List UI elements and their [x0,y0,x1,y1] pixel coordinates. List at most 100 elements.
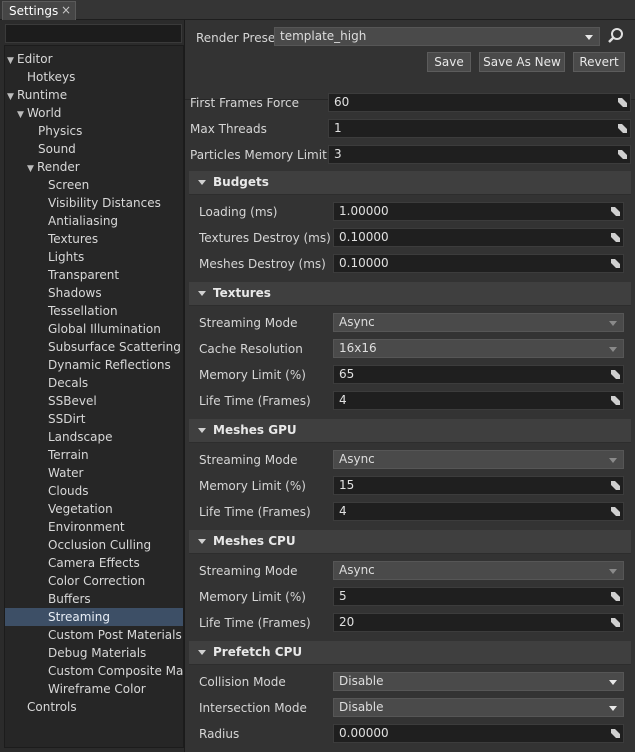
particles-memory-limit-field[interactable]: 3 [328,145,631,164]
tab-bar: Settings × [0,0,635,20]
first-frames-force-label: First Frames Force [190,96,299,110]
expand-arrow-icon[interactable]: ▼ [7,52,17,68]
collision-mode-select[interactable]: Disable [333,672,624,691]
close-icon[interactable]: × [61,3,71,17]
section-header-meshes-gpu[interactable]: Meshes GPU [189,419,631,443]
meshes-cpu-life-time-field[interactable]: 20 [333,613,624,632]
search-icon[interactable] [607,27,625,45]
settings-tree[interactable]: ▼ Editor Hotkeys ▼ Runtime ▼ World Physics … [4,45,184,748]
radius-field[interactable]: 0.00000 [333,724,624,743]
tree-item-buffers[interactable]: Buffers [5,590,183,608]
tree-search-input[interactable] [5,24,182,43]
save-as-new-button[interactable]: Save As New [479,52,565,72]
save-button[interactable]: Save [427,52,471,72]
meshes-cpu-memory-limit-label: Memory Limit (%) [199,590,306,604]
resize-grip-icon [611,396,620,405]
settings-content-panel: Render Preset: template_high Save Save A… [185,20,635,752]
tree-item-vegetation[interactable]: Vegetation [5,500,183,518]
chevron-down-icon [609,347,617,352]
tree-item-transparent[interactable]: Transparent [5,266,183,284]
tree-item-sound[interactable]: Sound [5,140,183,158]
tree-item-decals[interactable]: Decals [5,374,183,392]
resize-grip-icon [611,592,620,601]
loading-ms-field[interactable]: 1.00000 [333,202,624,221]
tree-item-subsurface-scattering[interactable]: Subsurface Scattering [5,338,183,356]
cache-resolution-select[interactable]: 16x16 [333,339,624,358]
expand-arrow-icon[interactable]: ▼ [17,106,27,122]
render-preset-label: Render Preset: [196,31,284,45]
tree-item-dynamic-reflections[interactable]: Dynamic Reflections [5,356,183,374]
max-threads-field[interactable]: 1 [328,119,631,138]
tree-item-color-correction[interactable]: Color Correction [5,572,183,590]
textures-streaming-mode-select[interactable]: Async [333,313,624,332]
meshes-cpu-memory-limit-field[interactable]: 5 [333,587,624,606]
tree-item-physics[interactable]: Physics [5,122,183,140]
tree-item-shadows[interactable]: Shadows [5,284,183,302]
meshes-destroy-field[interactable]: 0.10000 [333,254,624,273]
expand-arrow-icon[interactable]: ▼ [27,160,37,176]
meshes-cpu-streaming-mode-select[interactable]: Async [333,561,624,580]
chevron-down-icon [609,321,617,326]
tree-item-wireframe-color[interactable]: Wireframe Color [5,680,183,698]
textures-streaming-mode-label: Streaming Mode [199,316,298,330]
meshes-gpu-memory-limit-field[interactable]: 15 [333,476,624,495]
tree-item-occlusion-culling[interactable]: Occlusion Culling [5,536,183,554]
meshes-gpu-streaming-mode-select[interactable]: Async [333,450,624,469]
tree-item-antialiasing[interactable]: Antialiasing [5,212,183,230]
resize-grip-icon [611,618,620,627]
tree-item-streaming[interactable]: Streaming [5,608,183,626]
tree-item-clouds[interactable]: Clouds [5,482,183,500]
tree-item-terrain[interactable]: Terrain [5,446,183,464]
collapse-arrow-icon [198,180,206,185]
section-header-textures[interactable]: Textures [189,282,631,306]
meshes-gpu-life-time-field[interactable]: 4 [333,502,624,521]
tree-item-ssbevel[interactable]: SSBevel [5,392,183,410]
tree-item-camera-effects[interactable]: Camera Effects [5,554,183,572]
radius-label: Radius [199,727,240,741]
meshes-gpu-memory-limit-label: Memory Limit (%) [199,479,306,493]
tree-item-world[interactable]: ▼ World [5,104,183,122]
section-header-meshes-cpu[interactable]: Meshes CPU [189,530,631,554]
textures-destroy-field[interactable]: 0.10000 [333,228,624,247]
cache-resolution-label: Cache Resolution [199,342,303,356]
tree-item-editor[interactable]: ▼ Editor [5,50,183,68]
tree-item-custom-post-materials[interactable]: Custom Post Materials [5,626,183,644]
textures-memory-limit-field[interactable]: 65 [333,365,624,384]
section-header-budgets[interactable]: Budgets [189,171,631,195]
tree-item-screen[interactable]: Screen [5,176,183,194]
tree-item-lights[interactable]: Lights [5,248,183,266]
tree-item-runtime[interactable]: ▼ Runtime [5,86,183,104]
tree-item-custom-composite-materials[interactable]: Custom Composite Ma... [5,662,183,680]
intersection-mode-select[interactable]: Disable [333,698,624,717]
collapse-arrow-icon [198,539,206,544]
textures-life-time-label: Life Time (Frames) [199,394,311,408]
tree-item-textures[interactable]: Textures [5,230,183,248]
tree-item-global-illumination[interactable]: Global Illumination [5,320,183,338]
tree-item-landscape[interactable]: Landscape [5,428,183,446]
tree-item-hotkeys[interactable]: Hotkeys [5,68,183,86]
resize-grip-icon [611,729,620,738]
tree-item-visibility-distances[interactable]: Visibility Distances [5,194,183,212]
resize-grip-icon [611,207,620,216]
collapse-arrow-icon [198,291,206,296]
meshes-cpu-life-time-label: Life Time (Frames) [199,616,311,630]
tree-item-render[interactable]: ▼ Render [5,158,183,176]
tab-settings[interactable]: Settings × [2,1,76,20]
tree-item-controls[interactable]: Controls [5,698,183,716]
resize-grip-icon [611,233,620,242]
tree-item-tessellation[interactable]: Tessellation [5,302,183,320]
textures-life-time-field[interactable]: 4 [333,391,624,410]
tree-item-debug-materials[interactable]: Debug Materials [5,644,183,662]
resize-grip-icon [618,150,627,159]
resize-grip-icon [611,259,620,268]
section-header-prefetch-cpu[interactable]: Prefetch CPU [189,641,631,665]
tree-item-water[interactable]: Water [5,464,183,482]
first-frames-force-field[interactable]: 60 [328,93,631,112]
render-preset-dropdown[interactable]: template_high [274,27,600,46]
expand-arrow-icon[interactable]: ▼ [7,88,17,104]
chevron-down-icon [609,458,617,463]
tree-item-ssdirt[interactable]: SSDirt [5,410,183,428]
tree-item-environment[interactable]: Environment [5,518,183,536]
resize-grip-icon [611,507,620,516]
revert-button[interactable]: Revert [573,52,625,72]
